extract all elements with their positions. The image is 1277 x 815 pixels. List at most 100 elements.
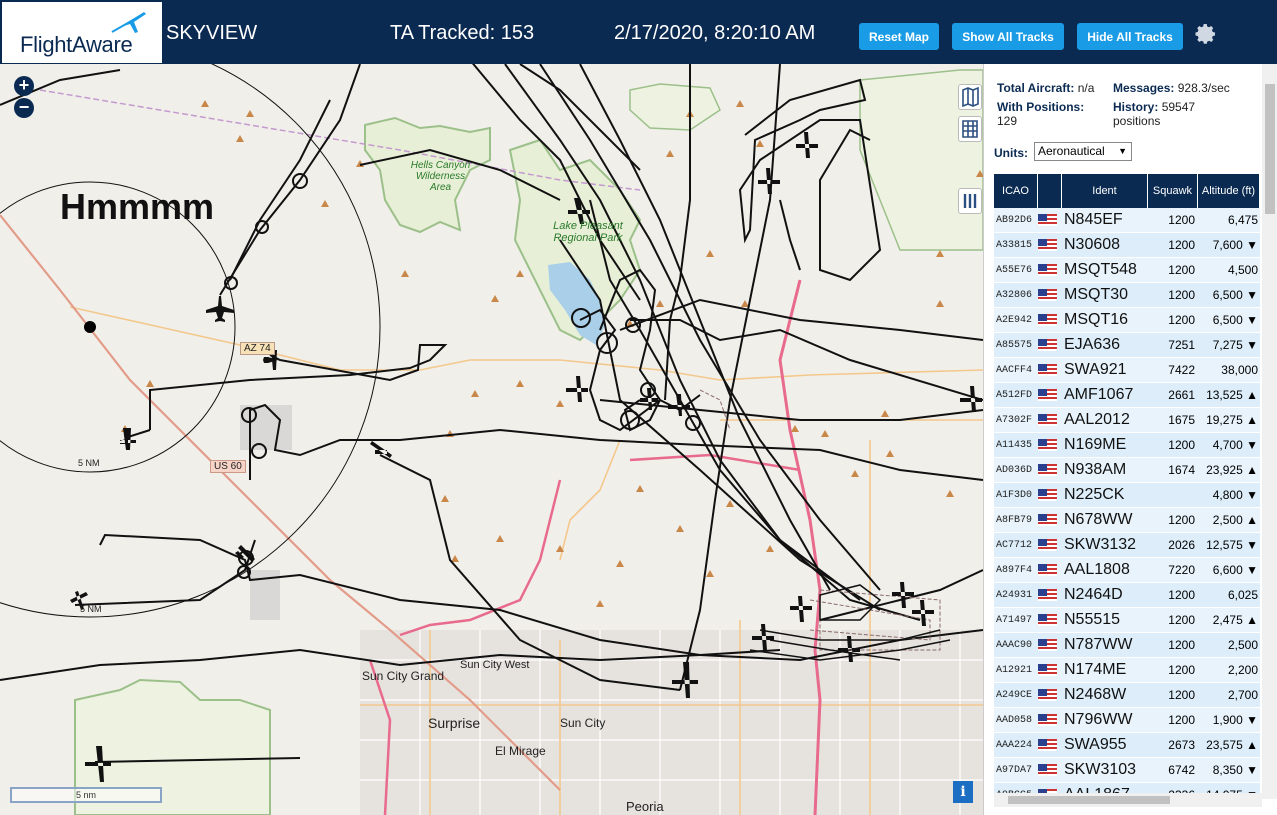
grid-toggle-button[interactable] [958, 116, 982, 142]
table-row[interactable]: AC7712 SKW3132 2026 12,575 ▼ [994, 533, 1260, 558]
table-row[interactable]: AACFF4 SWA921 7422 38,000 [994, 358, 1260, 383]
cell-squawk: 1200 [1168, 263, 1195, 277]
map-canvas[interactable] [0, 64, 983, 815]
cell-icao: A897F4 [996, 564, 1033, 576]
trend-icon: ▼ [1246, 713, 1258, 727]
cell-squawk: 1200 [1168, 713, 1195, 727]
cell-flag [1038, 739, 1062, 751]
col-squawk[interactable]: Squawk [1148, 174, 1198, 208]
table-row[interactable]: A55E76 MSQT548 1200 4,500 [994, 258, 1260, 283]
cell-altitude: 4,700 ▼ [1212, 438, 1258, 452]
units-label: Units: [994, 146, 1028, 160]
map-layers-button[interactable] [958, 84, 982, 110]
horizontal-scrollbar[interactable] [994, 793, 1262, 807]
cell-squawk: 2661 [1168, 388, 1195, 402]
cell-ident: MSQT30 [1064, 286, 1129, 303]
table-row[interactable]: A85575 EJA636 7251 7,275 ▼ [994, 333, 1260, 358]
flightaware-logo[interactable]: FlightAware [2, 2, 162, 63]
table-row[interactable]: AD036D N938AM 1674 23,925 ▲ [994, 458, 1260, 483]
trend-icon: ▼ [1246, 338, 1258, 352]
cell-altitude: 6,600 ▼ [1212, 563, 1258, 577]
show-all-tracks-button[interactable]: Show All Tracks [952, 23, 1064, 50]
cell-squawk: 1200 [1168, 588, 1195, 602]
table-row[interactable]: AAD058 N796WW 1200 1,900 ▼ [994, 708, 1260, 733]
table-row[interactable]: A24931 N2464D 1200 6,025 [994, 583, 1260, 608]
col-altitude[interactable]: Altitude (ft) [1198, 174, 1260, 208]
cell-ident: MSQT16 [1064, 311, 1129, 328]
us-flag-icon [1038, 289, 1057, 301]
cell-squawk: 1675 [1168, 413, 1195, 427]
cell-altitude: 4,500 [1227, 263, 1258, 277]
col-flag[interactable] [1038, 174, 1062, 208]
cell-altitude: 2,500 ▲ [1212, 513, 1258, 527]
col-ident[interactable]: Ident [1062, 174, 1148, 208]
cell-icao: A7302F [996, 414, 1033, 426]
cell-squawk: 1200 [1168, 638, 1195, 652]
table-row[interactable]: A11435 N169ME 1200 4,700 ▼ [994, 433, 1260, 458]
cell-ident: AMF1067 [1064, 386, 1134, 403]
scale-bar: 5 nm [10, 787, 162, 803]
app-name: SKYVIEW [166, 22, 258, 44]
table-row[interactable]: AB92D6 N845EF 1200 6,475 [994, 208, 1260, 233]
vertical-scrollbar[interactable] [1262, 64, 1277, 799]
map-icon [962, 86, 979, 108]
scrollbar-thumb[interactable] [1265, 84, 1275, 214]
table-row[interactable]: A7302F AAL2012 1675 19,275 ▲ [994, 408, 1260, 433]
cell-ident: N2464D [1064, 586, 1123, 603]
cell-ident: N169ME [1064, 436, 1127, 453]
cell-altitude: 1,900 ▼ [1212, 713, 1258, 727]
hide-all-tracks-button[interactable]: Hide All Tracks [1077, 23, 1183, 50]
trend-icon: ▼ [1246, 563, 1258, 577]
us-flag-icon [1038, 764, 1057, 776]
place-sun-city-west: Sun City West [460, 659, 530, 671]
scrollbar-thumb-h[interactable] [1008, 796, 1170, 804]
table-row[interactable]: AAA224 SWA955 2673 23,575 ▲ [994, 733, 1260, 758]
ring-label-inner: 5 NM [78, 458, 100, 468]
cell-ident: N845EF [1064, 211, 1123, 228]
units-select[interactable]: Aeronautical ▼ [1034, 142, 1132, 161]
table-row[interactable]: A8FB79 N678WW 1200 2,500 ▲ [994, 508, 1260, 533]
cell-altitude: 13,525 ▲ [1206, 388, 1258, 402]
trend-icon: ▼ [1246, 763, 1258, 777]
cell-ident: AAL1808 [1064, 561, 1130, 578]
table-row[interactable]: A512FD AMF1067 2661 13,525 ▲ [994, 383, 1260, 408]
table-row[interactable]: A897F4 AAL1808 7220 6,600 ▼ [994, 558, 1260, 583]
table-row[interactable]: A33815 N30608 1200 7,600 ▼ [994, 233, 1260, 258]
cell-icao: AD036D [996, 464, 1033, 476]
trend-icon: ▼ [1246, 438, 1258, 452]
cell-squawk: 1200 [1168, 288, 1195, 302]
cell-altitude: 2,500 [1227, 638, 1258, 652]
info-button[interactable]: i [953, 781, 973, 803]
col-icao[interactable]: ICAO [994, 174, 1038, 208]
reset-map-button[interactable]: Reset Map [859, 23, 939, 50]
table-row[interactable]: A249CE N2468W 1200 2,700 [994, 683, 1260, 708]
columns-toggle-button[interactable] [958, 188, 982, 214]
gear-icon[interactable] [1194, 22, 1218, 46]
zoom-in-button[interactable]: + [14, 76, 34, 96]
cell-squawk: 1200 [1168, 663, 1195, 677]
cell-icao: A33815 [996, 239, 1033, 251]
cell-icao: A1F3D0 [996, 489, 1033, 501]
us-flag-icon [1038, 364, 1057, 376]
cell-squawk: 1200 [1168, 313, 1195, 327]
cell-icao: A71497 [996, 614, 1033, 626]
table-row[interactable]: A2E942 MSQT16 1200 6,500 ▼ [994, 308, 1260, 333]
cell-squawk: 2673 [1168, 738, 1195, 752]
table-row[interactable]: A71497 N55515 1200 2,475 ▲ [994, 608, 1260, 633]
table-row[interactable]: A1F3D0 N225CK 4,800 ▼ [994, 483, 1260, 508]
us-flag-icon [1038, 539, 1057, 551]
us-flag-icon [1038, 489, 1057, 501]
map-view[interactable]: + − Hmmmm 5 NM 5 NM Hells Canyon Wildern… [0, 64, 983, 815]
trend-icon: ▲ [1246, 613, 1258, 627]
place-surprise: Surprise [428, 715, 481, 731]
table-row[interactable]: A32806 MSQT30 1200 6,500 ▼ [994, 283, 1260, 308]
table-row[interactable]: A12921 N174ME 1200 2,200 [994, 658, 1260, 683]
cell-ident: AAL2012 [1064, 411, 1130, 428]
trend-icon: ▲ [1246, 463, 1258, 477]
road-az74: AZ 74 [240, 342, 275, 355]
table-row[interactable]: A97DA7 SKW3103 6742 8,350 ▼ [994, 758, 1260, 783]
zoom-out-button[interactable]: − [14, 98, 34, 118]
cell-altitude: 6,500 ▼ [1212, 313, 1258, 327]
cell-flag [1038, 689, 1062, 701]
table-row[interactable]: AAAC90 N787WW 1200 2,500 [994, 633, 1260, 658]
